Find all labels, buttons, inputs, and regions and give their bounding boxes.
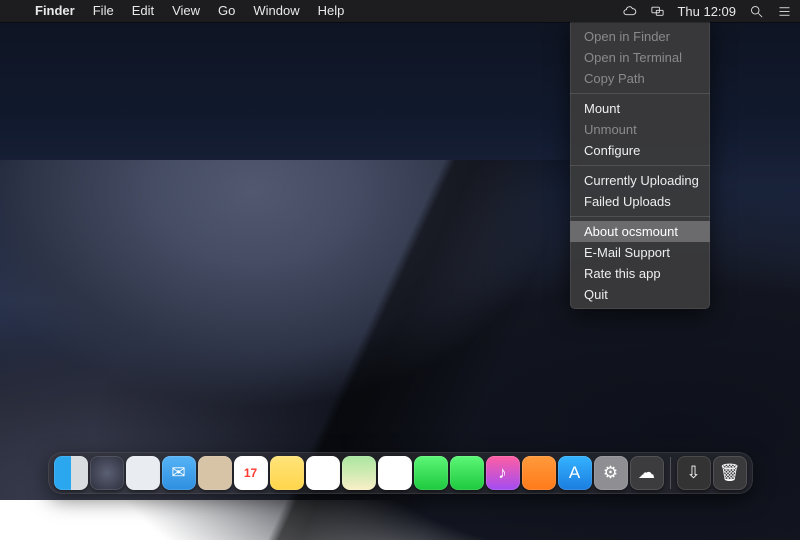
notification-center-icon[interactable] xyxy=(776,3,792,19)
menu-go[interactable]: Go xyxy=(209,0,244,22)
dock-ocsmount[interactable]: ☁︎ xyxy=(630,456,664,490)
dock-ibooks[interactable] xyxy=(522,456,556,490)
dock-maps[interactable] xyxy=(342,456,376,490)
menu-item-unmount: Unmount xyxy=(570,119,710,140)
menu-bar: Finder File Edit View Go Window Help Thu… xyxy=(0,0,800,22)
dock-launchpad[interactable] xyxy=(90,456,124,490)
menu-separator xyxy=(570,165,710,166)
menu-view[interactable]: View xyxy=(163,0,209,22)
display-mirror-icon[interactable] xyxy=(649,3,665,19)
dock-itunes[interactable]: ♪ xyxy=(486,456,520,490)
dock-reminders[interactable] xyxy=(306,456,340,490)
menu-item-currently-uploading[interactable]: Currently Uploading xyxy=(570,170,710,191)
dock-facetime[interactable] xyxy=(450,456,484,490)
menu-file[interactable]: File xyxy=(84,0,123,22)
dock-photos[interactable] xyxy=(378,456,412,490)
menu-item-copy-path: Copy Path xyxy=(570,68,710,89)
menu-window[interactable]: Window xyxy=(244,0,308,22)
dock-trash[interactable]: 🗑︎ xyxy=(713,456,747,490)
dock-appstore[interactable]: A xyxy=(558,456,592,490)
menu-item-quit[interactable]: Quit xyxy=(570,284,710,305)
dock-container: ✉︎ 17 ♪ A⚙︎☁︎ ⇩🗑︎ xyxy=(0,452,800,494)
menubar-clock[interactable]: Thu 12:09 xyxy=(677,4,736,19)
menu-item-open-in-terminal: Open in Terminal xyxy=(570,47,710,68)
menu-item-mount[interactable]: Mount xyxy=(570,98,710,119)
dock: ✉︎ 17 ♪ A⚙︎☁︎ ⇩🗑︎ xyxy=(48,452,753,494)
search-icon[interactable] xyxy=(748,3,764,19)
menu-item-failed-uploads[interactable]: Failed Uploads xyxy=(570,191,710,212)
app-menu[interactable]: Finder xyxy=(26,0,84,22)
dock-downloads[interactable]: ⇩ xyxy=(677,456,711,490)
menu-help[interactable]: Help xyxy=(309,0,354,22)
menu-item-open-in-finder: Open in Finder xyxy=(570,26,710,47)
dock-contacts[interactable] xyxy=(198,456,232,490)
dock-separator xyxy=(670,457,671,489)
dock-notes[interactable] xyxy=(270,456,304,490)
dock-system-preferences[interactable]: ⚙︎ xyxy=(594,456,628,490)
dock-safari[interactable] xyxy=(126,456,160,490)
menu-item-rate-this-app[interactable]: Rate this app xyxy=(570,263,710,284)
cloud-icon[interactable] xyxy=(621,3,637,19)
dock-mail[interactable]: ✉︎ xyxy=(162,456,196,490)
dock-calendar[interactable]: 17 xyxy=(234,456,268,490)
dock-messages[interactable] xyxy=(414,456,448,490)
menu-separator xyxy=(570,93,710,94)
menu-item-e-mail-support[interactable]: E-Mail Support xyxy=(570,242,710,263)
menu-item-configure[interactable]: Configure xyxy=(570,140,710,161)
ocsmount-status-menu: Open in FinderOpen in TerminalCopy Path M… xyxy=(570,22,710,309)
menu-edit[interactable]: Edit xyxy=(123,0,163,22)
dock-finder[interactable] xyxy=(54,456,88,490)
menu-item-about-ocsmount[interactable]: About ocsmount xyxy=(570,221,710,242)
menu-separator xyxy=(570,216,710,217)
